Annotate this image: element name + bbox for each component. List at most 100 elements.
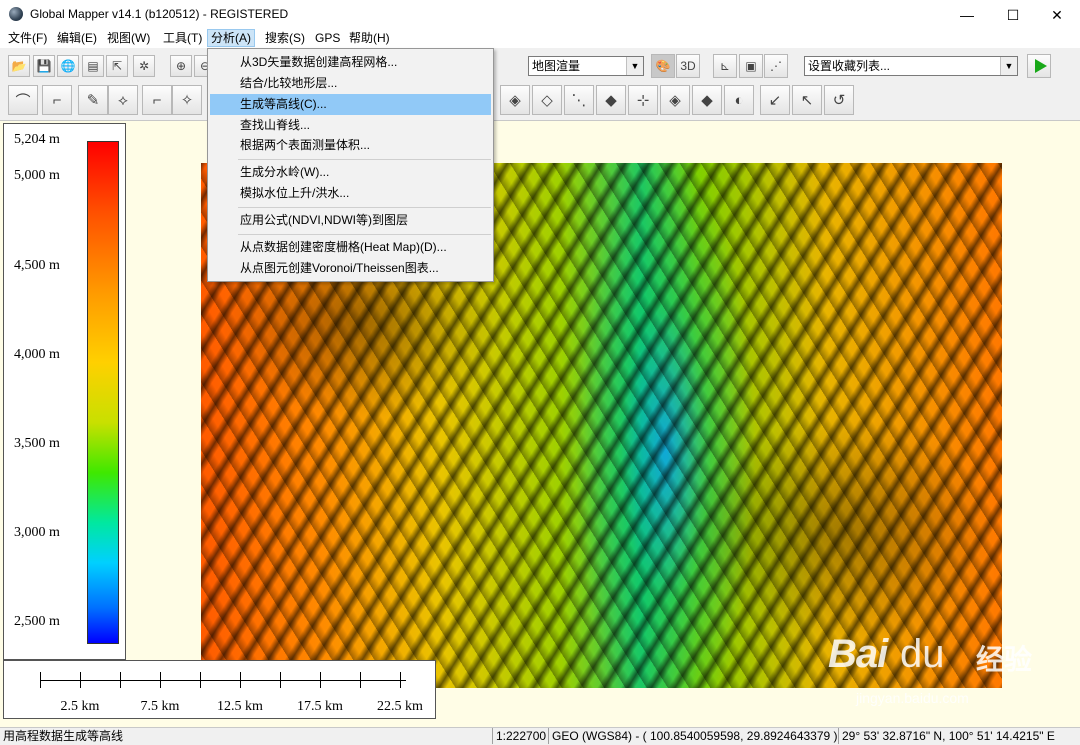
window-title: Global Mapper v14.1 (b120512) - REGISTER… xyxy=(30,7,289,21)
measure-icon[interactable]: ⋰ xyxy=(764,54,788,78)
menu-item-find-ridgelines[interactable]: 查找山脊线... xyxy=(210,115,491,136)
scale-tick xyxy=(320,672,321,688)
legend-label: 3,500 m xyxy=(14,436,60,451)
scale-tick xyxy=(80,672,81,688)
legend-label: 2,500 m xyxy=(14,614,60,629)
3d-view-icon[interactable]: 3D xyxy=(676,54,700,78)
shape-tool-3-icon[interactable]: ⋱ xyxy=(564,85,594,115)
shape-tool-5-icon[interactable]: ⊹ xyxy=(628,85,658,115)
vertex-icon[interactable]: ⟡ xyxy=(108,85,138,115)
analysis-menu: 从3D矢量数据创建高程网格... 结合/比较地形层... 生成等高线(C)...… xyxy=(207,48,494,282)
scale-label: 22.5 km xyxy=(377,699,423,714)
main-toolbar: 📂 💾 🌐 ▤ ⇱ ✲ ⊕ ⊖ 地图渲量 ▼ 🎨 3D ⊾ ▣ ⋰ 设置收藏列表… xyxy=(0,50,1080,82)
shape-tool-6-icon[interactable]: ◈ xyxy=(660,85,690,115)
watermark-cn: 经验 xyxy=(976,644,1033,675)
config-icon[interactable]: ✲ xyxy=(133,55,155,77)
status-scale: 1:222700 xyxy=(492,728,546,744)
scale-tick xyxy=(40,672,41,688)
split-icon[interactable]: ⌐ xyxy=(142,85,172,115)
scale-tick xyxy=(400,672,401,688)
globe-app-icon xyxy=(9,7,23,21)
run-play-icon[interactable] xyxy=(1027,54,1051,78)
status-coords: GEO (WGS84) - ( 100.8540059598, 29.89246… xyxy=(548,728,838,744)
menu-item-heat-map[interactable]: 从点数据创建密度栅格(Heat Map)(D)... xyxy=(210,237,491,258)
shape-tool-1-icon[interactable]: ◈ xyxy=(500,85,530,115)
scale-label: 17.5 km xyxy=(297,699,343,714)
menu-view[interactable]: 视图(W) xyxy=(104,30,153,46)
menu-item-apply-formula[interactable]: 应用公式(NDVI,NDWI等)到图层 xyxy=(210,210,491,231)
create-line-icon[interactable]: ⌐ xyxy=(42,85,72,115)
scale-tick xyxy=(200,672,201,688)
zoom-in-icon[interactable]: ⊕ xyxy=(170,55,192,77)
menu-edit[interactable]: 编辑(E) xyxy=(54,30,100,46)
status-message: 用高程数据生成等高线 xyxy=(3,729,124,743)
favorites-select[interactable]: 设置收藏列表... ▼ xyxy=(804,56,1018,76)
scale-label: 2.5 km xyxy=(60,699,100,714)
menu-help[interactable]: 帮助(H) xyxy=(346,30,393,46)
title-bar: Global Mapper v14.1 (b120512) - REGISTER… xyxy=(0,0,1080,30)
scale-tick xyxy=(160,672,161,688)
menu-item-generate-contours[interactable]: 生成等高线(C)... xyxy=(210,94,491,115)
catalog-icon[interactable]: ▤ xyxy=(82,55,104,77)
chevron-down-icon: ▼ xyxy=(626,57,643,75)
legend-label: 5,000 m xyxy=(14,168,60,183)
legend-label: 3,000 m xyxy=(14,525,60,540)
open-folder-icon[interactable]: 📂 xyxy=(8,55,30,77)
baidu-watermark: Bai du 经验 jingyan.baidu.com xyxy=(828,632,1068,712)
menu-item-generate-watershed[interactable]: 生成分水岭(W)... xyxy=(210,162,491,183)
menu-search[interactable]: 搜索(S) xyxy=(262,30,308,46)
menu-item-create-elevation-grid[interactable]: 从3D矢量数据创建高程网格... xyxy=(210,52,491,73)
legend-label: 5,204 m xyxy=(14,132,60,147)
export-icon[interactable]: ⇱ xyxy=(106,55,128,77)
render-mode-value: 地图渲量 xyxy=(532,59,581,73)
favorites-value: 设置收藏列表... xyxy=(808,59,891,73)
menu-item-simulate-flood[interactable]: 模拟水位上升/洪水... xyxy=(210,183,491,204)
menu-separator xyxy=(238,207,491,208)
csdn-icon[interactable]: ✧ xyxy=(172,85,202,115)
path-profile-icon[interactable]: ⊾ xyxy=(713,54,737,78)
watermark-url: jingyan.baidu.com xyxy=(856,690,969,706)
shader-icon[interactable]: 🎨 xyxy=(651,54,675,78)
scale-label: 7.5 km xyxy=(140,699,180,714)
menu-tools[interactable]: 工具(T) xyxy=(160,30,205,46)
menu-separator xyxy=(238,234,491,235)
arrow-tool-1-icon[interactable]: ↙ xyxy=(760,85,790,115)
menu-gps[interactable]: GPS xyxy=(312,30,343,46)
scale-tick xyxy=(280,672,281,688)
create-area-icon[interactable]: ⌒ xyxy=(8,85,38,115)
menu-item-combine-terrain[interactable]: 结合/比较地形层... xyxy=(210,73,491,94)
maximize-button[interactable]: ☐ xyxy=(990,0,1036,30)
render-mode-select[interactable]: 地图渲量 ▼ xyxy=(528,56,644,76)
shape-tool-2-icon[interactable]: ◇ xyxy=(532,85,562,115)
legend-label: 4,500 m xyxy=(14,258,60,273)
menu-analysis[interactable]: 分析(A) xyxy=(207,29,255,47)
close-button[interactable]: ✕ xyxy=(1034,0,1080,30)
scale-line xyxy=(40,680,406,681)
watermark-logo: Bai xyxy=(828,632,888,676)
watermark-paw-text: du xyxy=(900,632,945,676)
shape-tool-8-icon[interactable]: ◐ xyxy=(724,85,754,115)
menu-item-voronoi[interactable]: 从点图元创建Voronoi/Theissen图表... xyxy=(210,258,491,279)
save-icon[interactable]: 💾 xyxy=(33,55,55,77)
edit-feature-icon[interactable]: ✎ xyxy=(78,85,108,115)
scale-tick xyxy=(120,672,121,688)
scale-bar: 2.5 km 7.5 km 12.5 km 17.5 km 22.5 km xyxy=(3,660,436,719)
globe-icon[interactable]: 🌐 xyxy=(57,55,79,77)
elevation-legend: 5,204 m 5,000 m 4,500 m 4,000 m 3,500 m … xyxy=(3,123,126,660)
menu-bar: 文件(F) 编辑(E) 视图(W) 工具(T) 分析(A) 搜索(S) GPS … xyxy=(0,28,1080,48)
menu-item-measure-volume[interactable]: 根据两个表面测量体积... xyxy=(210,135,491,156)
legend-label: 4,000 m xyxy=(14,347,60,362)
shape-tool-4-icon[interactable]: ◆ xyxy=(596,85,626,115)
color-ramp xyxy=(87,141,119,644)
image-icon[interactable]: ▣ xyxy=(739,54,763,78)
arrow-tool-3-icon[interactable]: ↺ xyxy=(824,85,854,115)
shape-tool-7-icon[interactable]: ◆ xyxy=(692,85,722,115)
digitizer-toolbar: ⌒ ⌐ ✎ ⟡ ⌐ ✧ ◈ ◇ ⋱ ◆ ⊹ ◈ ◆ ◐ ↙ ↖ ↺ xyxy=(0,82,1080,121)
minimize-button[interactable]: — xyxy=(944,0,990,30)
arrow-tool-2-icon[interactable]: ↖ xyxy=(792,85,822,115)
menu-separator xyxy=(238,159,491,160)
scale-tick xyxy=(360,672,361,688)
scale-label: 12.5 km xyxy=(217,699,263,714)
scale-tick xyxy=(240,672,241,688)
menu-file[interactable]: 文件(F) xyxy=(5,30,50,46)
